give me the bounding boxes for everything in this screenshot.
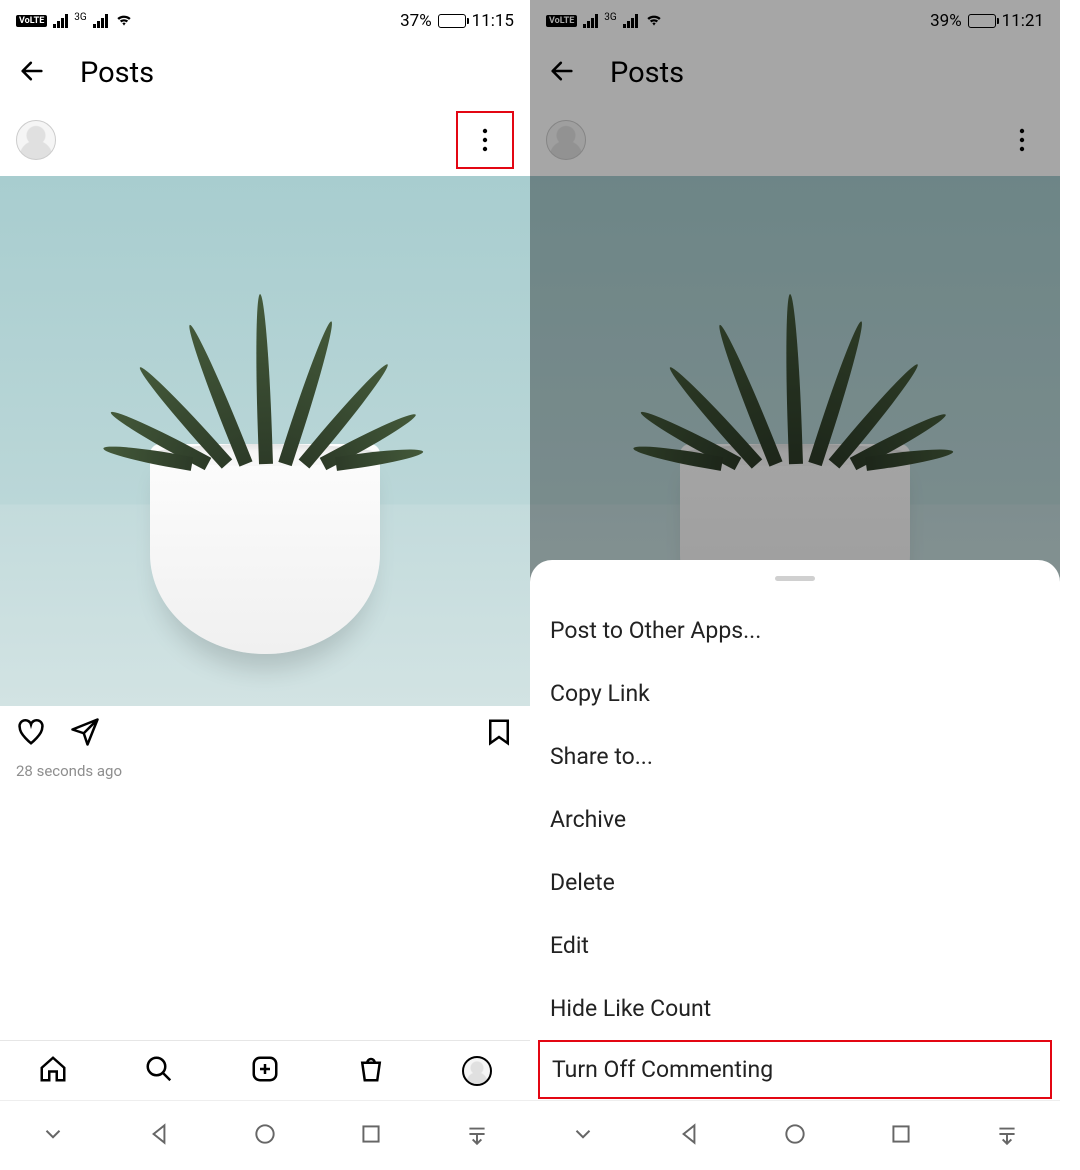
status-bar: VoLTE 3G 37% 11:15 bbox=[0, 0, 530, 42]
sys-collapse-icon[interactable] bbox=[40, 1121, 66, 1151]
app-bottom-nav bbox=[0, 1040, 530, 1100]
home-tab[interactable] bbox=[38, 1054, 68, 1088]
menu-turn-off-commenting[interactable]: Turn Off Commenting bbox=[538, 1040, 1052, 1099]
save-button[interactable] bbox=[484, 717, 514, 751]
clock-time: 11:15 bbox=[472, 11, 514, 31]
post-header bbox=[0, 104, 530, 176]
post-image[interactable] bbox=[0, 176, 530, 706]
wifi-icon bbox=[114, 11, 134, 32]
sys-recent-icon[interactable] bbox=[358, 1121, 384, 1151]
search-tab[interactable] bbox=[144, 1054, 174, 1088]
battery-percent: 37% bbox=[400, 11, 432, 31]
sys-home-icon[interactable] bbox=[252, 1121, 278, 1151]
network-type: 3G bbox=[74, 12, 86, 23]
menu-archive[interactable]: Archive bbox=[530, 788, 1060, 851]
sys-collapse-icon[interactable] bbox=[570, 1121, 596, 1151]
create-tab[interactable] bbox=[250, 1054, 280, 1088]
sys-home-icon[interactable] bbox=[782, 1121, 808, 1151]
sys-menu-icon[interactable] bbox=[464, 1121, 490, 1151]
screenshot-left: VoLTE 3G 37% 11:15 Posts bbox=[0, 0, 530, 1170]
page-title: Posts bbox=[80, 56, 154, 90]
signal-icon-2 bbox=[93, 14, 108, 28]
post-timestamp: 28 seconds ago bbox=[0, 762, 530, 780]
shop-tab[interactable] bbox=[356, 1054, 386, 1088]
system-nav bbox=[530, 1100, 1060, 1170]
more-options-button[interactable] bbox=[456, 111, 514, 169]
status-right: 37% 11:15 bbox=[400, 11, 514, 31]
battery-icon bbox=[438, 14, 466, 28]
back-button[interactable] bbox=[18, 57, 46, 89]
menu-edit[interactable]: Edit bbox=[530, 914, 1060, 977]
menu-delete[interactable]: Delete bbox=[530, 851, 1060, 914]
sys-recent-icon[interactable] bbox=[888, 1121, 914, 1151]
post-actions bbox=[0, 706, 530, 762]
volte-icon: VoLTE bbox=[16, 15, 47, 27]
share-button[interactable] bbox=[70, 717, 100, 751]
sys-menu-icon[interactable] bbox=[994, 1121, 1020, 1151]
avatar[interactable] bbox=[16, 120, 56, 160]
menu-copy-link[interactable]: Copy Link bbox=[530, 662, 1060, 725]
like-button[interactable] bbox=[16, 717, 46, 751]
menu-hide-like-count[interactable]: Hide Like Count bbox=[530, 977, 1060, 1040]
sheet-handle[interactable] bbox=[775, 576, 815, 581]
options-bottom-sheet: Post to Other Apps... Copy Link Share to… bbox=[530, 560, 1060, 1170]
sys-back-icon[interactable] bbox=[676, 1121, 702, 1151]
menu-post-to-other-apps[interactable]: Post to Other Apps... bbox=[530, 599, 1060, 662]
screenshot-right: VoLTE 3G 39% 11:21 Posts bbox=[530, 0, 1060, 1170]
system-nav bbox=[0, 1100, 530, 1170]
status-left: VoLTE 3G bbox=[16, 11, 134, 32]
sys-back-icon[interactable] bbox=[146, 1121, 172, 1151]
menu-share-to[interactable]: Share to... bbox=[530, 725, 1060, 788]
signal-icon bbox=[53, 14, 68, 28]
profile-tab[interactable] bbox=[462, 1056, 492, 1086]
app-header: Posts bbox=[0, 42, 530, 104]
